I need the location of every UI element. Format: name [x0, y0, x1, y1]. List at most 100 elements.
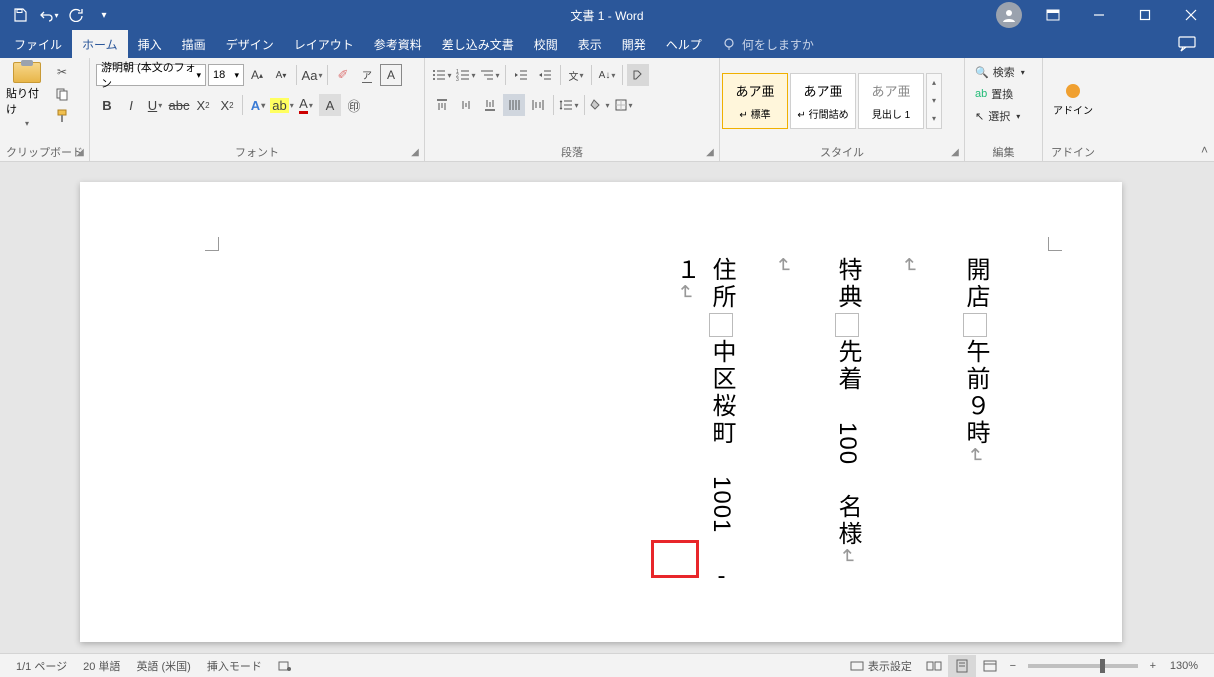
- margin-mark-tl: [205, 237, 219, 251]
- view-read-icon[interactable]: [920, 655, 948, 677]
- superscript-button[interactable]: X2: [216, 94, 238, 116]
- addin-button[interactable]: アドイン: [1053, 102, 1093, 117]
- font-size-combo[interactable]: 18▾: [208, 64, 244, 86]
- align-top-button[interactable]: [431, 94, 453, 116]
- align-justify-button[interactable]: [503, 94, 525, 116]
- account-avatar[interactable]: [996, 2, 1022, 28]
- select-button[interactable]: ↖選択▾: [971, 106, 1036, 126]
- ribbon: 貼り付け ▾ ✂ クリップボード◢ 游明朝 (本文のフォン▾ 18▾ A▴ A▾…: [0, 58, 1214, 162]
- save-icon[interactable]: [8, 3, 32, 27]
- numbering-button[interactable]: 123: [455, 64, 477, 86]
- tab-layout[interactable]: レイアウト: [284, 30, 364, 58]
- tab-mailings[interactable]: 差し込み文書: [432, 30, 524, 58]
- subscript-button[interactable]: X2: [192, 94, 214, 116]
- tab-help[interactable]: ヘルプ: [656, 30, 712, 58]
- font-color-button[interactable]: A: [295, 94, 317, 116]
- style-heading1[interactable]: あア亜 見出し 1: [858, 73, 924, 129]
- margin-mark-tr: [1048, 237, 1062, 251]
- collapse-ribbon-icon[interactable]: ˄: [1201, 143, 1208, 157]
- line-spacing-button[interactable]: [558, 94, 580, 116]
- tab-review[interactable]: 校閲: [524, 30, 568, 58]
- increase-indent-button[interactable]: [534, 64, 556, 86]
- group-paragraph-label: 段落: [561, 144, 583, 160]
- group-clipboard-label: クリップボード: [6, 144, 83, 160]
- text-direction-button[interactable]: 文: [565, 64, 587, 86]
- show-marks-icon[interactable]: [627, 64, 649, 86]
- doc-line-4: ↵: [769, 257, 802, 277]
- change-case-button[interactable]: Aa: [301, 64, 323, 86]
- style-normal[interactable]: あア亜 ↵ 標準: [722, 73, 788, 129]
- view-web-icon[interactable]: [976, 655, 1004, 677]
- group-addin-label: アドイン: [1051, 144, 1095, 160]
- highlight-button[interactable]: ab: [271, 94, 293, 116]
- align-center-v-button[interactable]: [455, 94, 477, 116]
- status-page[interactable]: 1/1 ページ: [8, 658, 75, 674]
- style-nospacing[interactable]: あア亜 ↵ 行間詰め: [790, 73, 856, 129]
- font-name-combo[interactable]: 游明朝 (本文のフォン▾: [96, 64, 206, 86]
- tell-me-search[interactable]: 何をしますか: [712, 36, 824, 53]
- styles-more-button[interactable]: ▴▾▾: [926, 73, 942, 129]
- macro-record-icon[interactable]: [270, 660, 300, 672]
- underline-button[interactable]: U: [144, 94, 166, 116]
- redo-icon[interactable]: [64, 3, 88, 27]
- status-insert-mode[interactable]: 挿入モード: [199, 658, 270, 674]
- tab-insert[interactable]: 挿入: [128, 30, 172, 58]
- clipboard-launcher-icon[interactable]: ◢: [73, 145, 87, 159]
- sort-button[interactable]: A↓: [596, 64, 618, 86]
- phonetic-guide-icon[interactable]: ア: [356, 64, 378, 86]
- strike-button[interactable]: abc: [168, 94, 190, 116]
- display-settings[interactable]: 表示設定: [842, 658, 920, 674]
- char-border-button[interactable]: A: [380, 64, 402, 86]
- paragraph-launcher-icon[interactable]: ◢: [703, 145, 717, 159]
- format-painter-icon[interactable]: [52, 106, 72, 126]
- grow-font-button[interactable]: A▴: [246, 64, 268, 86]
- minimize-button[interactable]: [1076, 0, 1122, 30]
- document-area[interactable]: 開店午前９時↵ ↵ 特典先着 100 名様↵ ↵ 住所中区桜町 1001 - １…: [0, 162, 1214, 653]
- bold-button[interactable]: B: [96, 94, 118, 116]
- bullets-button[interactable]: [431, 64, 453, 86]
- shrink-font-button[interactable]: A▾: [270, 64, 292, 86]
- decrease-indent-button[interactable]: [510, 64, 532, 86]
- char-shading-button[interactable]: A: [319, 94, 341, 116]
- tab-developer[interactable]: 開発: [612, 30, 656, 58]
- text-effects-button[interactable]: A: [247, 94, 269, 116]
- zoom-out-button[interactable]: −: [1004, 660, 1022, 672]
- styles-launcher-icon[interactable]: ◢: [948, 145, 962, 159]
- comments-icon[interactable]: [1164, 36, 1210, 52]
- status-words[interactable]: 20 単語: [75, 658, 128, 674]
- enclose-char-button[interactable]: ㊞: [343, 94, 365, 116]
- zoom-level[interactable]: 130%: [1162, 660, 1206, 672]
- addin-icon[interactable]: [1066, 84, 1080, 98]
- italic-button[interactable]: I: [120, 94, 142, 116]
- cut-icon[interactable]: ✂: [52, 62, 72, 82]
- font-launcher-icon[interactable]: ◢: [408, 145, 422, 159]
- status-language[interactable]: 英語 (米国): [128, 658, 198, 674]
- tab-design[interactable]: デザイン: [216, 30, 284, 58]
- page[interactable]: 開店午前９時↵ ↵ 特典先着 100 名様↵ ↵ 住所中区桜町 1001 - １…: [80, 182, 1122, 642]
- shading-button[interactable]: [589, 94, 611, 116]
- clear-format-icon[interactable]: ✐: [332, 64, 354, 86]
- tab-references[interactable]: 参考資料: [364, 30, 432, 58]
- find-button[interactable]: 🔍検索▾: [971, 62, 1036, 82]
- tab-home[interactable]: ホーム: [72, 30, 128, 58]
- ribbon-display-icon[interactable]: [1030, 0, 1076, 30]
- replace-button[interactable]: ab置換: [971, 84, 1036, 104]
- borders-button[interactable]: [613, 94, 635, 116]
- qat-customize-icon[interactable]: ▾: [92, 3, 116, 27]
- paste-button[interactable]: 貼り付け ▾: [6, 62, 48, 128]
- multilevel-button[interactable]: [479, 64, 501, 86]
- window-title: 文書 1 - Word: [570, 7, 643, 24]
- copy-icon[interactable]: [52, 84, 72, 104]
- zoom-slider[interactable]: [1028, 664, 1138, 668]
- close-button[interactable]: [1168, 0, 1214, 30]
- align-bottom-button[interactable]: [479, 94, 501, 116]
- undo-icon[interactable]: ▾: [36, 3, 60, 27]
- view-print-icon[interactable]: [948, 655, 976, 677]
- maximize-button[interactable]: [1122, 0, 1168, 30]
- tab-view[interactable]: 表示: [568, 30, 612, 58]
- tab-draw[interactable]: 描画: [172, 30, 216, 58]
- zoom-in-button[interactable]: +: [1144, 660, 1162, 672]
- distribute-button[interactable]: [527, 94, 549, 116]
- highlight-box: [651, 540, 699, 578]
- tab-file[interactable]: ファイル: [4, 30, 72, 58]
